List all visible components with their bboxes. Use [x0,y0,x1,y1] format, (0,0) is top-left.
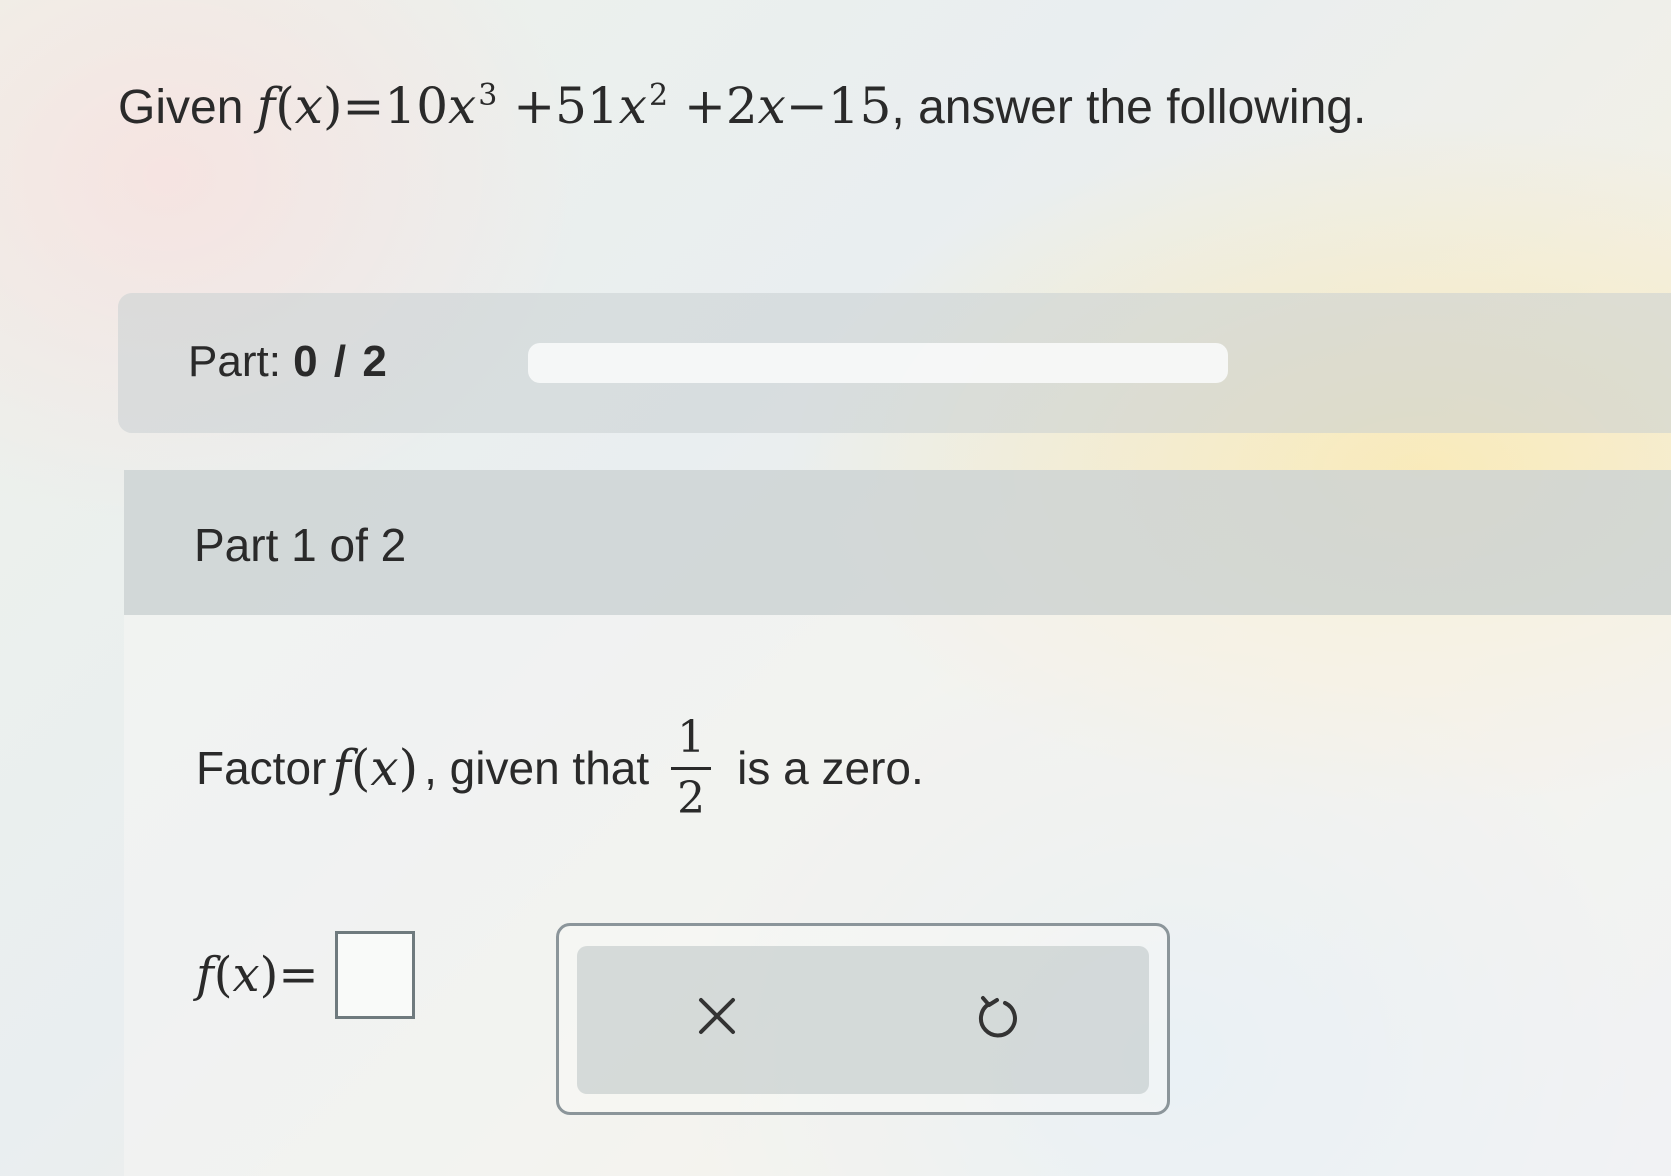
fraction-bar [671,766,712,770]
problem-statement: Given f(x)=10x3 +51x2 +2x−15, answer the… [118,70,1366,144]
progress-total: 2 [362,337,389,386]
question-prompt: Factor f(x), given that 1 2 is a zero. [196,698,924,838]
progress-bar [528,343,1228,383]
undo-icon [978,996,1017,1038]
clear-button[interactable] [677,976,757,1056]
progress-panel: Part: 0 / 2 [118,293,1671,433]
fraction-numerator: 1 [677,711,706,763]
zero-fraction: 1 2 [671,711,712,826]
given-label: Given [118,81,244,134]
fraction-denominator: 2 [677,772,706,824]
question-card: Part 1 of 2 Factor f(x), given that 1 2 … [124,470,1671,1176]
function-expression: f(x)=10x3 +51x2 +2x−15 [256,77,892,135]
part-header: Part 1 of 2 [124,470,1671,615]
problem-suffix: , answer the following. [891,81,1367,134]
prompt-function: f(x) [332,739,419,797]
part-title: Part 1 of 2 [194,519,407,571]
answer-lhs: f(x)= [196,947,319,1003]
answer-row: f(x)= [196,925,415,1025]
tool-panel-inner [577,946,1149,1094]
close-icon [699,998,735,1034]
answer-input[interactable] [334,931,415,1019]
prompt-prefix: Factor [196,742,327,794]
progress-current: 0 [293,337,320,386]
prompt-suffix: is a zero. [737,742,924,794]
undo-button[interactable] [957,978,1037,1058]
part-progress-label: Part: 0 / 2 [188,337,389,386]
prompt-middle: , given that [424,742,650,794]
math-tool-panel [556,923,1170,1115]
